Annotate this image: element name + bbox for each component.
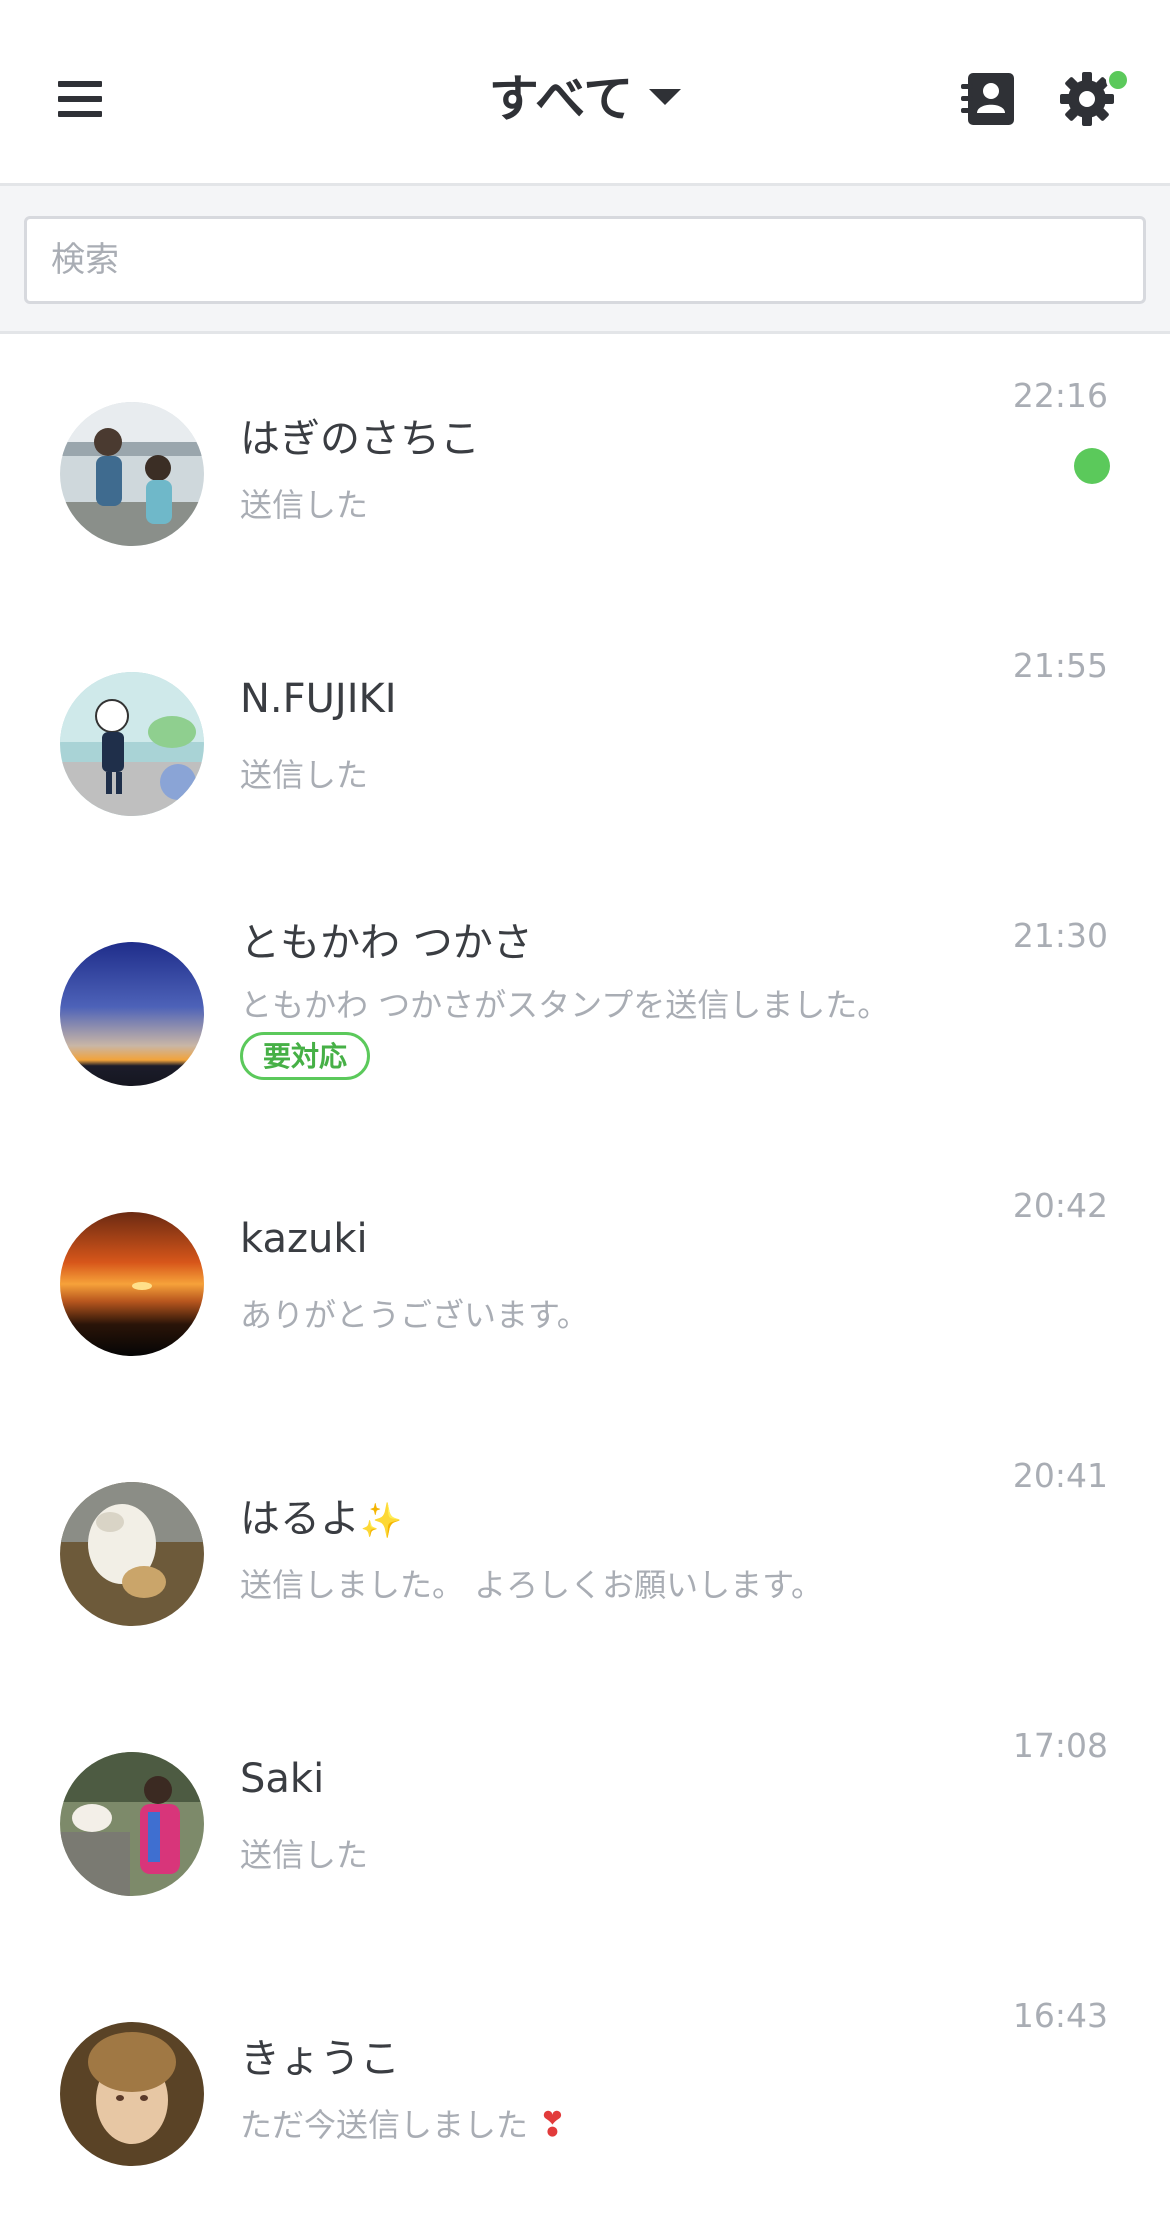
avatar [60,402,204,546]
chat-time: 20:41 [1012,1456,1108,1495]
chat-preview: ともかわ つかさがスタンプを送信しました。 [240,986,890,1024]
chat-row[interactable]: はぎのさちこ 送信した 22:16 [0,334,1170,604]
chat-time: 17:08 [1012,1726,1108,1765]
chat-time: 20:42 [1012,1186,1108,1225]
avatar [60,1752,204,1896]
chat-name: はるよ✨ [240,1486,402,1544]
heart-emoji: ❣ [538,2105,567,2145]
avatar [60,1212,204,1356]
chat-preview-text: ただ今送信しました [240,2106,529,2144]
settings-notification-dot [1106,68,1130,92]
chat-name: kazuki [240,1216,368,1262]
chat-preview: 送信した [240,486,369,524]
chat-preview: 送信した [240,1836,369,1874]
sparkles-emoji: ✨ [360,1501,403,1541]
chat-row[interactable]: kazuki ありがとうございます。 20:42 [0,1144,1170,1414]
chat-preview: ありがとうございます。 [240,1296,589,1334]
chat-preview: 送信しました。 よろしくお願いします。 [240,1566,823,1604]
chat-time: 16:43 [1012,1996,1108,2035]
contact-book-icon[interactable] [958,70,1016,128]
chat-time: 22:16 [1012,376,1108,415]
avatar [60,2022,204,2166]
avatar [60,672,204,816]
status-tag[interactable]: 要対応 [240,1032,371,1080]
page-title: すべて [488,70,634,128]
chat-name: はぎのさちこ [240,416,480,462]
app-header: すべて [0,0,1170,186]
chat-preview: ただ今送信しました ❣ [240,2100,567,2146]
chat-name: N.FUJIKI [240,676,397,722]
chat-row[interactable]: ともかわ つかさ ともかわ つかさがスタンプを送信しました。 要対応 21:30 [0,874,1170,1144]
chat-time: 21:30 [1012,916,1108,955]
chat-row[interactable]: Saki 送信した 17:08 [0,1684,1170,1954]
chat-name: きょうこ [240,2036,400,2082]
unread-indicator [1074,448,1110,484]
chat-time: 21:55 [1012,646,1108,685]
chat-name: Saki [240,1756,325,1802]
avatar [60,1482,204,1626]
chat-row[interactable]: N.FUJIKI 送信した 21:55 [0,604,1170,874]
chat-preview: 送信した [240,756,369,794]
search-bar [0,186,1170,334]
chat-name: ともかわ つかさ [240,920,533,966]
chat-name-text: はるよ [240,1496,360,1542]
chat-row[interactable]: はるよ✨ 送信しました。 よろしくお願いします。 20:41 [0,1414,1170,1684]
avatar [60,942,204,1086]
caret-down-icon [649,88,682,105]
chat-row[interactable]: きょうこ ただ今送信しました ❣ 16:43 [0,1954,1170,2224]
search-input[interactable] [24,216,1146,304]
